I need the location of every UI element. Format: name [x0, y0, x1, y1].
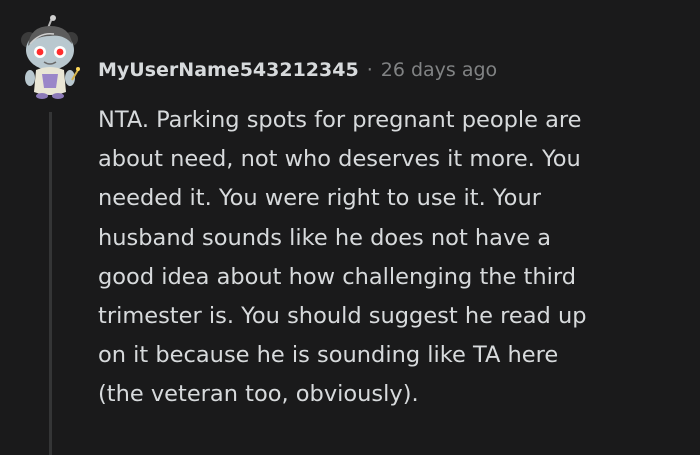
- thread-collapse-line[interactable]: [49, 112, 52, 455]
- user-avatar-icon[interactable]: [20, 14, 82, 100]
- comment-body: NTA. Parking spots for pregnant people a…: [98, 101, 688, 415]
- comment: MyUserName543212345 · 26 days ago NTA. P…: [0, 0, 700, 455]
- comment-meta: MyUserName543212345 · 26 days ago: [98, 54, 497, 86]
- comment-body-text: NTA. Parking spots for pregnant people a…: [98, 107, 587, 408]
- comment-timestamp[interactable]: 26 days ago: [381, 59, 497, 81]
- author-link[interactable]: MyUserName543212345: [98, 59, 359, 81]
- meta-separator: ·: [366, 59, 373, 81]
